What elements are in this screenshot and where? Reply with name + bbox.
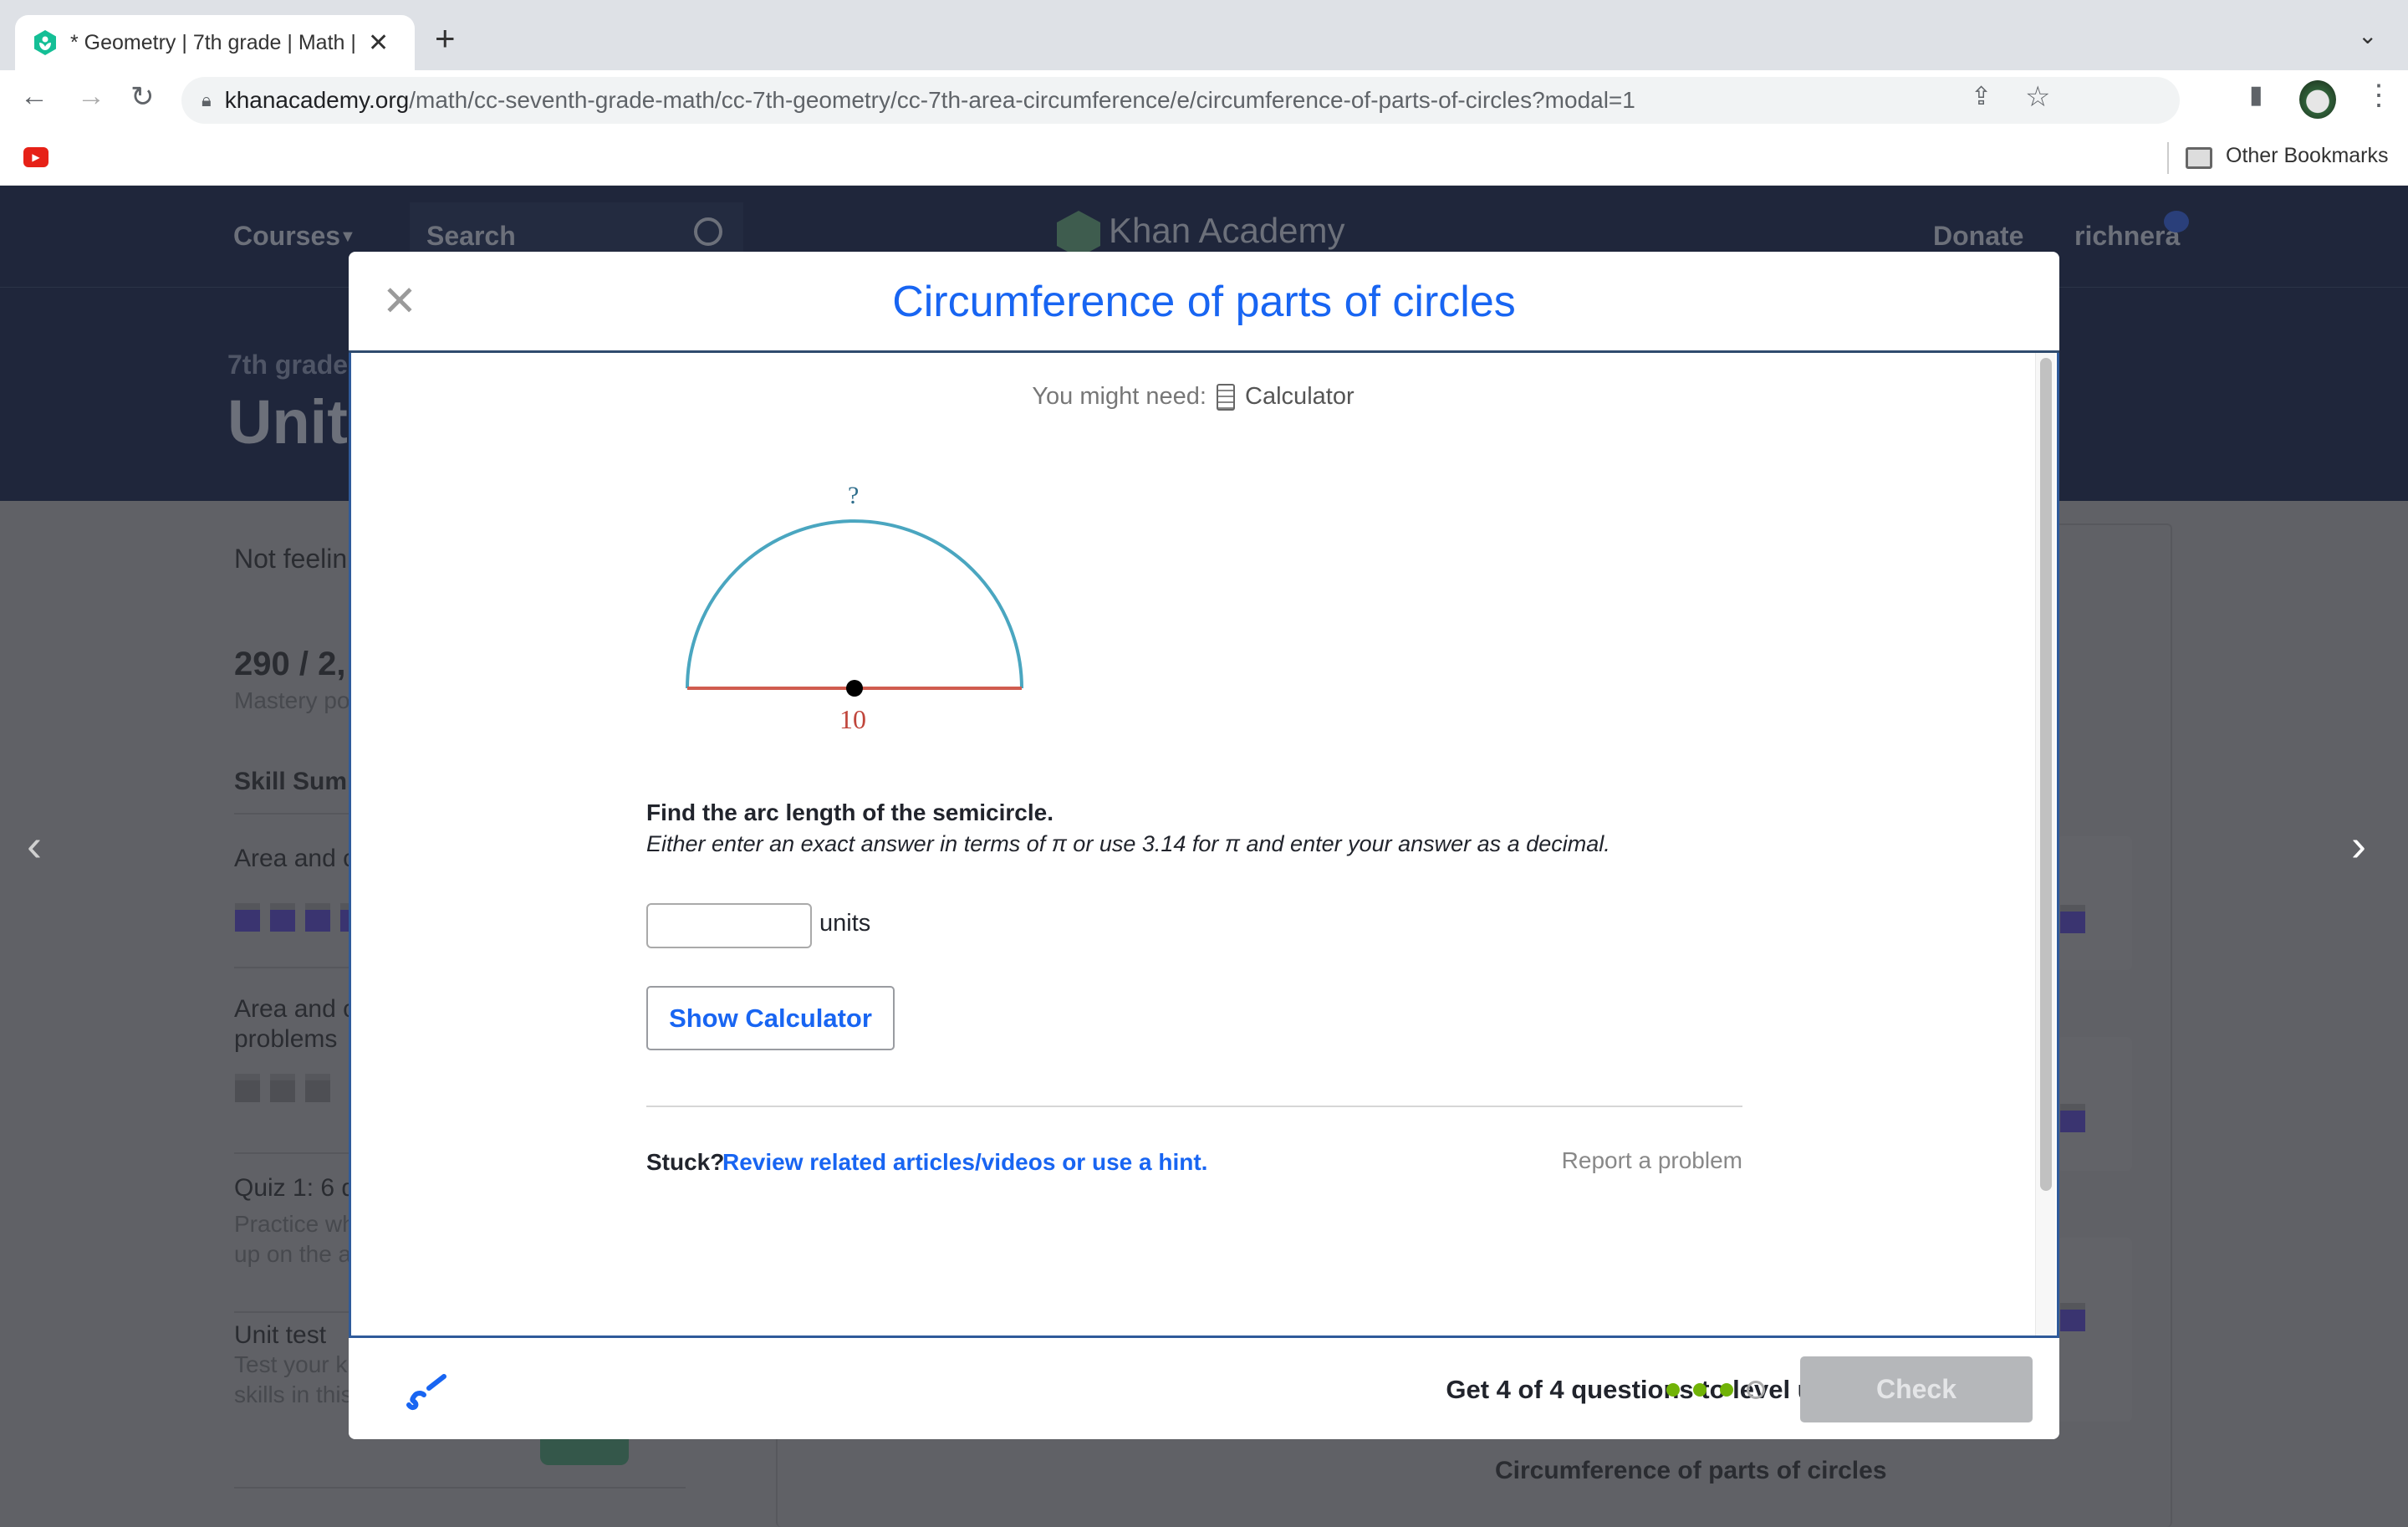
instructions-text: Either enter an exact answer in terms of… [646,831,1610,856]
progress-dot-complete [1693,1383,1707,1397]
quiz-desc: Practice wh [234,1211,355,1237]
bookmarks-divider [2167,142,2169,174]
diameter-label: 10 [839,704,866,734]
progress-dots [1666,1381,1765,1399]
prev-arrow-icon[interactable]: ‹ [27,820,42,871]
mastery-block [2060,905,2085,933]
unit-test-desc-cont: skills in this [234,1381,353,1407]
scratchpad-pencil-icon[interactable] [406,1371,447,1412]
youtube-bookmark-icon[interactable]: ▶ [23,147,48,167]
right-card-title[interactable]: Circumference of parts of circles [1495,1457,1887,1485]
other-bookmarks[interactable]: Other Bookmarks [2226,144,2389,168]
skill-item-title[interactable]: Area and ci [234,995,361,1024]
search-placeholder: Search [426,221,516,251]
might-need-label: You might need: [1032,383,1207,410]
skill-item-title[interactable]: Area and ci [234,845,361,873]
show-calculator-label: Show Calculator [669,1003,872,1033]
close-tab-icon[interactable]: ✕ [368,28,389,58]
mastery-label: Mastery po [234,687,350,713]
report-problem-link[interactable]: Report a problem [1538,1147,1742,1174]
skill-mastery-blocks [235,1074,330,1102]
quiz-title[interactable]: Quiz 1: 6 q [234,1174,355,1203]
hint-link[interactable]: Review related articles/videos or use a … [722,1149,1207,1176]
mastery-block [2060,1303,2085,1331]
skill-card [2057,836,2132,970]
courses-caret-icon: ▼ [339,227,356,246]
unit-test-desc: Test your k [234,1351,348,1377]
reload-icon[interactable]: ↻ [130,80,155,114]
divider [234,1487,686,1489]
quiz-desc-cont: up on the a [234,1241,352,1267]
progress-dot-complete [1666,1383,1680,1397]
tab-search-chevron-icon[interactable]: ⌄ [2358,22,2377,49]
unit-title: Unit [227,387,348,457]
khan-academy-wordmark[interactable]: Khan Academy [1109,211,1345,251]
folder-icon [2186,147,2212,169]
calculator-label: Calculator [1245,383,1354,410]
bookmarks-bar: ▶ Other Bookmarks [0,130,2408,186]
check-label: Check [1875,1374,1957,1404]
lock-icon: 🔒︎ [202,89,212,110]
tab-title: * Geometry | 7th grade | Math | [70,30,355,54]
skill-mastery-blocks [235,903,365,932]
back-icon[interactable]: ← [20,80,48,113]
menu-kebab-icon[interactable]: ⋮ [2365,79,2393,112]
semicircle-diagram [686,519,1023,697]
khan-academy-favicon-icon [34,30,56,55]
unit-test-title[interactable]: Unit test [234,1321,326,1350]
skill-item-title-cont: problems [234,1025,338,1053]
share-icon[interactable]: ⇪ [1971,82,1992,111]
search-icon[interactable] [694,217,722,246]
url-path: /math/cc-seventh-grade-math/cc-7th-geome… [409,87,1635,113]
answer-input[interactable] [646,903,812,948]
check-button[interactable]: Check [1800,1356,2033,1422]
url-host: khanacademy.org [224,87,410,113]
show-calculator-button[interactable]: Show Calculator [646,986,895,1050]
tab-strip: * Geometry | 7th grade | Math | ✕ + ⌄ [0,0,2408,70]
separator [646,1106,1742,1107]
courses-menu[interactable]: Courses [233,221,340,252]
calculator-icon [1216,384,1235,411]
grade-label: 7th grade [227,350,349,380]
center-point [846,680,863,697]
progress-dot-complete [1720,1383,1733,1397]
notification-dot [2164,211,2189,232]
modal-footer: Get 4 of 4 questions to level up to Prof… [349,1338,2059,1439]
question-text: Find the arc length of the semicircle. [646,799,1054,825]
units-label: units [819,910,871,937]
exercise-body: You might need: Calculator ? 10 Find the… [349,353,2059,1338]
khan-academy-logo[interactable] [1057,211,1100,258]
address-bar[interactable]: 🔒︎ khanacademy.org/math/cc-seventh-grade… [181,77,2180,124]
might-need-row: You might need: Calculator [351,383,2035,411]
arc-label: ? [848,482,860,509]
mastery-block [2060,1104,2085,1132]
profile-avatar[interactable] [2299,80,2336,119]
not-feeling-text: Not feelin [234,544,348,574]
bookmark-star-icon[interactable]: ☆ [2025,80,2050,114]
scrollbar-thumb[interactable] [2040,358,2052,1191]
new-tab-icon[interactable]: + [435,18,456,59]
next-arrow-icon[interactable]: › [2351,820,2366,871]
exercise-modal: ✕ Circumference of parts of circles You … [349,252,2059,1439]
mastery-points: 290 / 2, [234,646,346,682]
modal-header: ✕ Circumference of parts of circles [349,252,2059,353]
sidepanel-icon[interactable]: ▮ [2249,80,2263,110]
donate-link[interactable]: Donate [1933,221,2023,252]
browser-tab[interactable]: * Geometry | 7th grade | Math | ✕ [15,15,415,70]
forward-icon[interactable]: → [77,80,105,113]
progress-dot-empty [1747,1381,1765,1399]
stuck-label: Stuck? [646,1149,725,1175]
modal-title: Circumference of parts of circles [892,278,1516,326]
semicircle-arc [686,519,1023,689]
